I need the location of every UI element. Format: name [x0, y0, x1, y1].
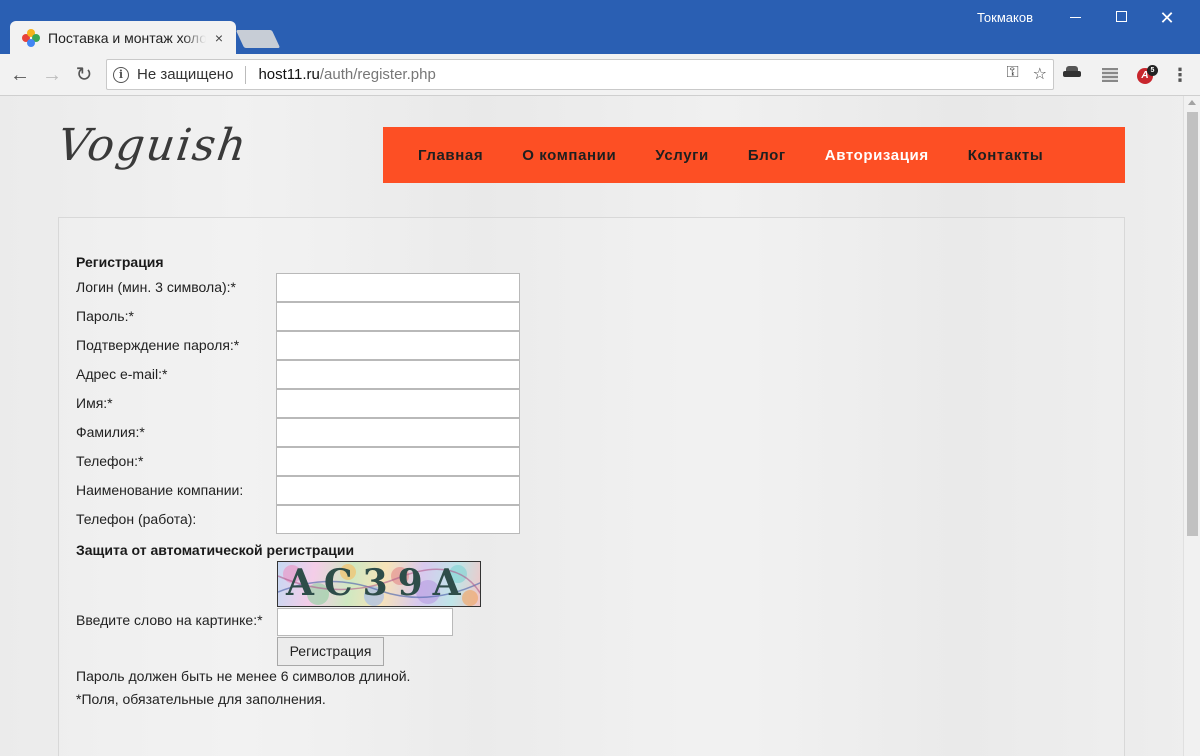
required-fields-note: *Поля, обязательные для заполнения. [76, 691, 326, 707]
work-phone-input[interactable] [276, 505, 520, 534]
browser-tab[interactable]: Поставка и монтаж холодильного оборудова… [10, 21, 236, 54]
reload-icon[interactable]: ↻ [72, 63, 96, 87]
company-input[interactable] [276, 476, 520, 505]
nav-link-about[interactable]: О компании [522, 147, 616, 164]
maximize-icon [1115, 10, 1127, 22]
nav-link-home[interactable]: Главная [418, 147, 483, 164]
password-length-note: Пароль должен быть не менее 6 символов д… [76, 668, 411, 684]
form-row-password: Пароль:* [76, 302, 521, 331]
form-row-password-confirm: Подтверждение пароля:* [76, 331, 521, 360]
address-bar[interactable]: i Не защищено host11.ru/auth/register.ph… [106, 59, 1054, 90]
email-input[interactable] [276, 360, 520, 389]
tab-close-icon[interactable]: × [212, 30, 226, 46]
form-row-first-name: Имя:* [76, 389, 521, 418]
last-name-input[interactable] [276, 418, 520, 447]
address-divider [245, 65, 247, 84]
phone-label: Телефон:* [76, 453, 144, 469]
nav-link-services[interactable]: Услуги [655, 147, 708, 164]
captcha-text: AC39A [286, 562, 471, 604]
page-viewport: Voguish Главная О компании Услуги Блог А… [0, 96, 1200, 756]
back-arrow-icon[interactable]: ← [8, 63, 32, 87]
form-title: Регистрация [76, 254, 164, 270]
form-row-company: Наименование компании: [76, 476, 521, 505]
incognito-extension-icon[interactable] [1062, 65, 1082, 85]
minimize-button[interactable] [1052, 4, 1098, 32]
tab-title: Поставка и монтаж холодильного оборудова… [48, 29, 206, 46]
email-label: Адрес e-mail:* [76, 366, 168, 382]
nav-link-blog[interactable]: Блог [748, 147, 786, 164]
info-icon[interactable]: i [113, 66, 129, 83]
vertical-scrollbar[interactable] [1183, 96, 1200, 756]
last-name-label: Фамилия:* [76, 424, 145, 440]
phone-input[interactable] [276, 447, 520, 476]
password-label: Пароль:* [76, 308, 134, 324]
adblock-extension-icon[interactable]: A5 [1136, 65, 1158, 85]
captcha-title: Защита от автоматической регистрации [76, 542, 355, 558]
minimize-icon [1069, 17, 1081, 19]
captcha-label: Введите слово на картинке:* [76, 612, 263, 628]
password-input[interactable] [276, 302, 520, 331]
browser-menu-icon[interactable]: ⋮ [1170, 64, 1190, 86]
form-row-last-name: Фамилия:* [76, 418, 521, 447]
security-label[interactable]: Не защищено [137, 66, 233, 83]
profile-name[interactable]: Токмаков [977, 10, 1033, 25]
login-input[interactable] [276, 273, 520, 302]
first-name-label: Имя:* [76, 395, 113, 411]
login-label: Логин (мин. 3 символа):* [76, 279, 236, 295]
main-navigation: Главная О компании Услуги Блог Авторизац… [383, 127, 1125, 183]
nav-link-auth[interactable]: Авторизация [825, 147, 929, 164]
work-phone-label: Телефон (работа): [76, 511, 197, 527]
password-confirm-input[interactable] [276, 331, 520, 360]
bookmark-star-icon[interactable]: ☆ [1033, 64, 1047, 84]
password-confirm-label: Подтверждение пароля:* [76, 337, 240, 353]
scroll-thumb[interactable] [1187, 112, 1198, 536]
captcha-image: AC39A [277, 561, 481, 607]
form-row-login: Логин (мин. 3 символа):* [76, 273, 521, 302]
company-label: Наименование компании: [76, 482, 244, 498]
first-name-input[interactable] [276, 389, 520, 418]
captcha-input[interactable] [277, 608, 453, 636]
close-window-button[interactable]: ✕ [1144, 4, 1190, 32]
scroll-up-arrow-icon[interactable] [1188, 100, 1196, 105]
key-icon[interactable]: ⚿ [1006, 64, 1018, 84]
site-logo[interactable]: Voguish [54, 120, 251, 171]
window-titlebar: Поставка и монтаж холодильного оборудова… [0, 0, 1200, 54]
url-host[interactable]: host11.ru [258, 66, 319, 83]
form-row-phone: Телефон:* [76, 447, 521, 476]
new-tab-button[interactable] [235, 30, 281, 48]
reader-extension-icon[interactable] [1100, 65, 1120, 85]
form-row-work-phone: Телефон (работа): [76, 505, 521, 534]
browser-toolbar: ← → ↻ i Не защищено host11.ru/auth/regis… [0, 54, 1200, 96]
maximize-button[interactable] [1098, 4, 1144, 32]
forward-arrow-icon[interactable]: → [40, 63, 64, 87]
nav-link-contacts[interactable]: Контакты [968, 147, 1044, 164]
form-row-email: Адрес e-mail:* [76, 360, 521, 389]
url-path[interactable]: /auth/register.php [320, 66, 436, 83]
site-favicon-icon [22, 28, 40, 47]
register-button[interactable]: Регистрация [277, 637, 384, 666]
registration-panel: Регистрация Логин (мин. 3 символа):* Пар… [58, 217, 1125, 756]
